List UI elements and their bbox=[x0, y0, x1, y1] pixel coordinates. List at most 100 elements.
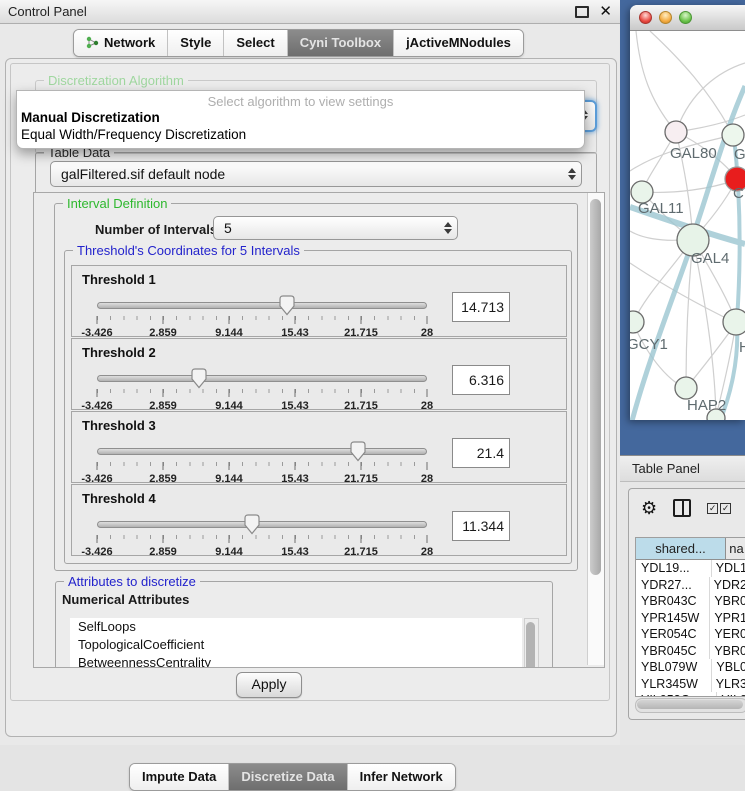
thresholds-group: Threshold's Coordinates for 5 Intervals … bbox=[64, 250, 572, 564]
network-view-window: GAL80 G C GAL11 GAL4 GCY1 H HAP2 bbox=[630, 5, 745, 420]
attributes-group: Attributes to discretize Numerical Attri… bbox=[55, 581, 553, 668]
table-row[interactable]: YER054CYER0 bbox=[636, 626, 745, 643]
threshold-slider[interactable]: -3.426 2.859 9.144 15.43 21.715 28 bbox=[97, 369, 427, 405]
apply-button[interactable]: Apply bbox=[236, 672, 302, 698]
gear-icon[interactable]: ⚙ bbox=[641, 499, 657, 517]
cell: YDR2 bbox=[710, 577, 745, 594]
node-gal80 bbox=[665, 121, 687, 143]
zoom-traffic-light-icon[interactable] bbox=[679, 11, 692, 24]
node-label-hap2: HAP2 bbox=[687, 397, 726, 414]
cell: YBR045C bbox=[636, 643, 710, 660]
algorithm-option-manual[interactable]: Manual Discretization bbox=[17, 109, 584, 126]
tick-label: 21.715 bbox=[344, 546, 378, 558]
slider-ticks: -3.426 2.859 9.144 15.43 21.715 28 bbox=[97, 535, 427, 561]
table-panel-area: ⚙ ✓ ✓ shared... na YDL19...YDL1 YDR27...… bbox=[620, 482, 745, 745]
cell: YLR345W bbox=[636, 676, 712, 693]
num-intervals-combobox[interactable]: 5 bbox=[213, 216, 458, 240]
node-label-gal4: GAL4 bbox=[691, 250, 729, 267]
bottom-tab-bar: Impute Data Discretize Data Infer Networ… bbox=[129, 763, 456, 791]
column-header-shared-name[interactable]: shared... bbox=[636, 538, 726, 559]
close-icon[interactable]: ✕ bbox=[599, 5, 612, 19]
table-data-group: Table Data galFiltered.sif default node bbox=[35, 152, 597, 196]
table-panel-title: Table Panel bbox=[632, 461, 700, 476]
tab-cyni-toolbox-label: Cyni Toolbox bbox=[300, 35, 381, 50]
list-item[interactable]: BetweennessCentrality bbox=[70, 654, 522, 668]
tab-cyni-toolbox[interactable]: Cyni Toolbox bbox=[288, 30, 394, 56]
table-horizontal-scrollbar[interactable] bbox=[635, 698, 745, 713]
network-window-titlebar[interactable] bbox=[630, 5, 745, 31]
table-row[interactable]: YIL052CYIL0 bbox=[636, 692, 745, 697]
slider-track[interactable] bbox=[97, 302, 427, 309]
tab-select-label: Select bbox=[236, 35, 274, 50]
tab-style[interactable]: Style bbox=[168, 30, 224, 56]
slider-track[interactable] bbox=[97, 521, 427, 528]
algorithm-hint: Select algorithm to view settings bbox=[17, 94, 584, 109]
slider-handle[interactable] bbox=[191, 368, 207, 389]
control-panel: Control Panel ✕ Network Style Select Cyn… bbox=[0, 0, 621, 745]
tab-infer-network[interactable]: Infer Network bbox=[348, 764, 455, 790]
slider-track[interactable] bbox=[97, 448, 427, 455]
thresholds-title: Threshold's Coordinates for 5 Intervals bbox=[73, 243, 304, 258]
table-row[interactable]: YBR045CYBR0 bbox=[636, 643, 745, 660]
slider-track[interactable] bbox=[97, 375, 427, 382]
threshold-slider[interactable]: -3.426 2.859 9.144 15.43 21.715 28 bbox=[97, 296, 427, 332]
slider-handle[interactable] bbox=[244, 514, 260, 535]
threshold-value-field[interactable]: 6.316 bbox=[452, 365, 510, 395]
table-data-value: galFiltered.sif default node bbox=[51, 166, 563, 182]
tick-label: 28 bbox=[421, 546, 433, 558]
desktop-background: GAL80 G C GAL11 GAL4 GCY1 H HAP2 Table P… bbox=[620, 0, 745, 745]
table-row[interactable]: YDR27...YDR2 bbox=[636, 577, 745, 594]
node-gcy1 bbox=[630, 311, 644, 333]
network-canvas[interactable]: GAL80 G C GAL11 GAL4 GCY1 H HAP2 bbox=[630, 31, 745, 420]
numerical-attributes-list[interactable]: SelfLoops TopologicalCoefficient Between… bbox=[70, 618, 522, 668]
settings-vertical-scrollbar[interactable] bbox=[587, 193, 604, 665]
tab-select[interactable]: Select bbox=[224, 30, 287, 56]
slider-handle[interactable] bbox=[350, 441, 366, 462]
cell: YBR043C bbox=[636, 593, 710, 610]
column-layout-icon[interactable] bbox=[673, 499, 691, 517]
table-row[interactable]: YPR145WYPR1 bbox=[636, 610, 745, 627]
cell: YBL079W bbox=[636, 659, 712, 676]
table-data-combobox[interactable]: galFiltered.sif default node bbox=[50, 161, 582, 187]
interval-definition-title: Interval Definition bbox=[63, 196, 171, 211]
attributes-list-scrollbar[interactable] bbox=[524, 618, 539, 668]
close-traffic-light-icon[interactable] bbox=[639, 11, 652, 24]
table-row[interactable]: YBL079WYBL0 bbox=[636, 659, 745, 676]
node-attribute-table[interactable]: shared... na YDL19...YDL1 YDR27...YDR2 Y… bbox=[635, 537, 745, 697]
float-window-icon[interactable] bbox=[575, 6, 589, 18]
threshold-value-field[interactable]: 21.4 bbox=[452, 438, 510, 468]
cyni-toolbox-panel: Discretization Algorithm Select algorith… bbox=[5, 58, 617, 737]
node-label-partial-h: H bbox=[739, 339, 745, 356]
cell: YIL0 bbox=[717, 692, 745, 697]
slider-handle[interactable] bbox=[279, 295, 295, 316]
list-item[interactable]: TopologicalCoefficient bbox=[70, 636, 522, 654]
column-header-name[interactable]: na bbox=[726, 538, 745, 559]
table-panel-body: ⚙ ✓ ✓ shared... na YDL19...YDL1 YDR27...… bbox=[628, 488, 745, 720]
minimize-traffic-light-icon[interactable] bbox=[659, 11, 672, 24]
checkbox-icon[interactable]: ✓ bbox=[720, 503, 731, 514]
scrollbar-thumb[interactable] bbox=[637, 700, 743, 709]
table-row[interactable]: YLR345WYLR3 bbox=[636, 676, 745, 693]
threshold-slider[interactable]: -3.426 2.859 9.144 15.43 21.715 28 bbox=[97, 442, 427, 478]
list-item[interactable]: SelfLoops bbox=[70, 618, 522, 636]
threshold-panel-1: Threshold 1 -3.426 2.859 bbox=[71, 265, 567, 337]
threshold-label: Threshold 3 bbox=[82, 418, 156, 433]
table-row[interactable]: YDL19...YDL1 bbox=[636, 560, 745, 577]
tab-jactivemnodules[interactable]: jActiveMNodules bbox=[394, 30, 523, 56]
checkbox-icon[interactable]: ✓ bbox=[707, 503, 718, 514]
scrollbar-thumb[interactable] bbox=[590, 199, 601, 575]
table-panel-titlebar: Table Panel bbox=[620, 455, 745, 482]
table-row[interactable]: YBR043CYBR0 bbox=[636, 593, 745, 610]
cell: YPR1 bbox=[710, 610, 745, 627]
threshold-value-field[interactable]: 11.344 bbox=[452, 511, 510, 541]
threshold-value-field[interactable]: 14.713 bbox=[452, 292, 510, 322]
cell: YER054C bbox=[636, 626, 710, 643]
tab-impute-data[interactable]: Impute Data bbox=[130, 764, 229, 790]
tab-network[interactable]: Network bbox=[74, 30, 168, 56]
node-label-gcy1: GCY1 bbox=[630, 336, 668, 353]
cell: YPR145W bbox=[636, 610, 710, 627]
algorithm-option-equal-width[interactable]: Equal Width/Frequency Discretization bbox=[17, 126, 584, 143]
tab-discretize-data[interactable]: Discretize Data bbox=[229, 764, 347, 790]
algorithm-dropdown-popup: Select algorithm to view settings Manual… bbox=[16, 90, 585, 149]
threshold-slider[interactable]: -3.426 2.859 9.144 15.43 21.715 28 bbox=[97, 515, 427, 551]
